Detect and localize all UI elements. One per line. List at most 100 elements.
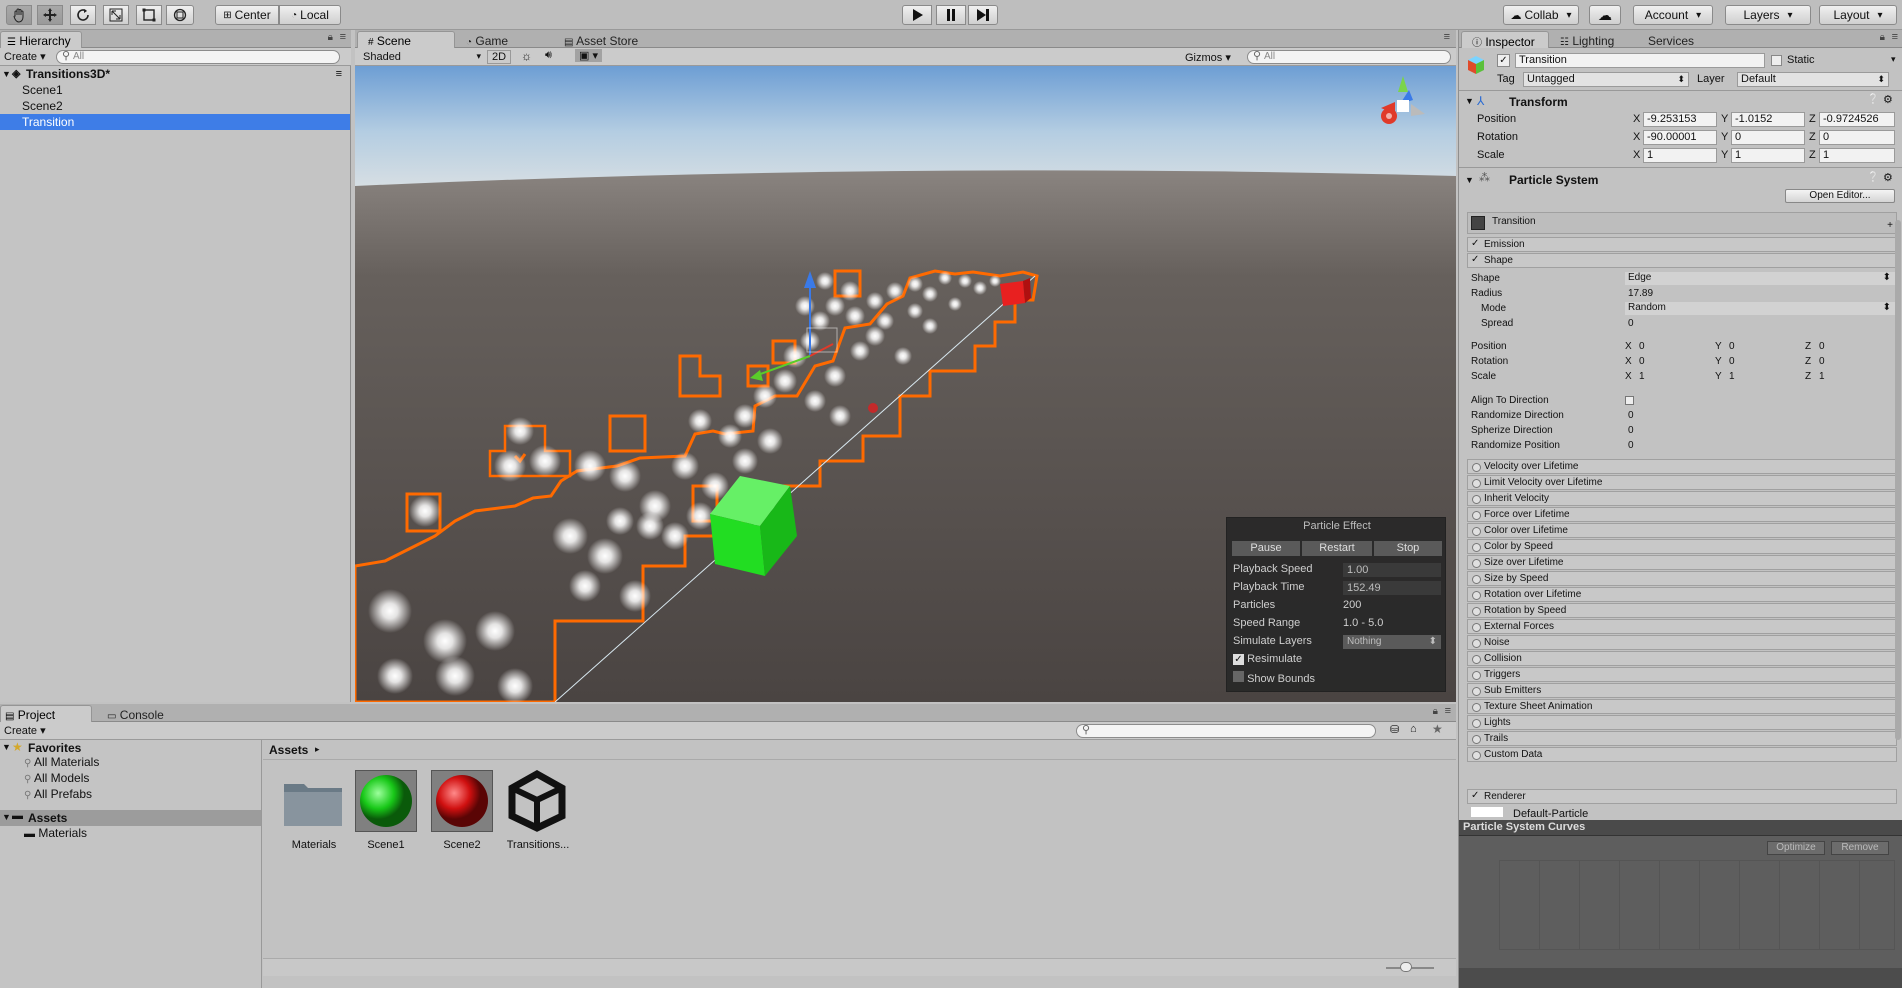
align-direction-checkbox[interactable] bbox=[1625, 396, 1634, 405]
assets-root-row[interactable]: ▼ ▬ Assets bbox=[0, 810, 261, 826]
effects-toggle-icon[interactable]: ▣ ▾ bbox=[575, 49, 602, 62]
panel-menu-icon[interactable]: ≡ bbox=[340, 31, 346, 43]
hierarchy-item-transition[interactable]: Transition bbox=[0, 114, 350, 130]
module-color-by-speed[interactable]: Color by Speed bbox=[1467, 539, 1897, 554]
spread-value[interactable]: 0 bbox=[1628, 318, 1634, 329]
mode-2d-button[interactable]: 2D bbox=[487, 50, 511, 64]
module-triggers[interactable]: Triggers bbox=[1467, 667, 1897, 682]
module-renderer[interactable]: Renderer bbox=[1467, 789, 1897, 804]
shape-position-x[interactable]: 0 bbox=[1639, 341, 1645, 352]
expand-arrow-icon[interactable]: ▼ bbox=[2, 742, 11, 752]
hierarchy-search-input[interactable]: All bbox=[56, 50, 340, 64]
active-checkbox[interactable]: ✓ bbox=[1497, 54, 1510, 67]
panel-menu-icon[interactable]: ≡ bbox=[1892, 31, 1898, 43]
hierarchy-item-scene1[interactable]: Scene1 bbox=[0, 82, 350, 98]
position-z-field[interactable]: -0.9724526 bbox=[1819, 112, 1895, 127]
play-button[interactable] bbox=[902, 5, 932, 25]
hierarchy-item-scene2[interactable]: Scene2 bbox=[0, 98, 350, 114]
remove-button[interactable]: Remove bbox=[1831, 841, 1889, 855]
tab-asset-store[interactable]: ▤ Asset Store bbox=[553, 31, 663, 48]
radius-value[interactable]: 17.89 bbox=[1628, 288, 1653, 299]
asset-scene2-thumb[interactable] bbox=[431, 770, 493, 832]
module-inherit-velocity[interactable]: Inherit Velocity bbox=[1467, 491, 1897, 506]
hand-tool-button[interactable] bbox=[6, 5, 32, 25]
filter-by-type-icon[interactable]: ⛁ bbox=[1390, 723, 1399, 736]
randomize-direction-value[interactable]: 0 bbox=[1628, 410, 1634, 421]
transform-tool-button[interactable] bbox=[166, 5, 194, 25]
pivot-center-button[interactable]: ⊞ Center bbox=[215, 5, 279, 25]
static-dropdown-icon[interactable]: ▾ bbox=[1891, 54, 1896, 65]
project-search-input[interactable] bbox=[1076, 724, 1376, 738]
curves-grid[interactable] bbox=[1499, 860, 1895, 950]
asset-materials-thumb[interactable] bbox=[280, 770, 348, 838]
collapse-arrow-icon[interactable]: ▼ bbox=[1465, 175, 1474, 185]
module-shape[interactable]: Shape bbox=[1467, 253, 1897, 268]
lock-icon[interactable]: 🔒︎ bbox=[1433, 706, 1438, 717]
tag-dropdown[interactable]: Untagged ⬍ bbox=[1523, 72, 1689, 87]
add-module-icon[interactable]: + bbox=[1887, 220, 1893, 231]
module-rotation-over-lifetime[interactable]: Rotation over Lifetime bbox=[1467, 587, 1897, 602]
shape-scale-y[interactable]: 1 bbox=[1729, 371, 1735, 382]
collab-dropdown[interactable]: ☁ Collab bbox=[1503, 5, 1579, 25]
favorite-item[interactable]: ⚲ All Prefabs bbox=[24, 787, 254, 803]
module-trails[interactable]: Trails bbox=[1467, 731, 1897, 746]
help-icon[interactable]: ❔ bbox=[1867, 94, 1879, 105]
assets-child-materials[interactable]: ▬ Materials bbox=[24, 826, 254, 842]
resimulate-toggle[interactable]: ✓ Resimulate bbox=[1233, 653, 1302, 665]
rect-tool-button[interactable] bbox=[136, 5, 162, 25]
shape-position-z[interactable]: 0 bbox=[1819, 341, 1825, 352]
filter-by-label-icon[interactable]: ⌂ bbox=[1410, 723, 1417, 735]
shape-scale-z[interactable]: 1 bbox=[1819, 371, 1825, 382]
static-checkbox[interactable] bbox=[1771, 55, 1782, 66]
module-texture-sheet-animation[interactable]: Texture Sheet Animation bbox=[1467, 699, 1897, 714]
favorites-label[interactable]: Favorites bbox=[28, 741, 81, 755]
audio-toggle-icon[interactable]: 🔊︎ bbox=[545, 49, 552, 62]
tab-lighting[interactable]: ☷ Lighting bbox=[1549, 31, 1637, 48]
particle-system-main-module[interactable]: Transition + bbox=[1467, 212, 1897, 234]
module-velocity-over-lifetime[interactable]: Velocity over Lifetime bbox=[1467, 459, 1897, 474]
module-size-over-lifetime[interactable]: Size over Lifetime bbox=[1467, 555, 1897, 570]
move-tool-button[interactable] bbox=[37, 5, 63, 25]
module-external-forces[interactable]: External Forces bbox=[1467, 619, 1897, 634]
scale-x-field[interactable]: 1 bbox=[1643, 148, 1717, 163]
scale-z-field[interactable]: 1 bbox=[1819, 148, 1895, 163]
stop-effect-button[interactable]: Stop bbox=[1373, 540, 1443, 557]
show-bounds-toggle[interactable]: Show Bounds bbox=[1233, 671, 1315, 685]
tab-game[interactable]: ◔ Game bbox=[455, 31, 553, 48]
project-create-button[interactable]: Create ▾ bbox=[4, 724, 46, 737]
favorite-star-icon[interactable]: ★ bbox=[1432, 722, 1443, 736]
inspector-scrollbar[interactable] bbox=[1895, 220, 1901, 740]
gizmos-dropdown[interactable]: Gizmos ▾ bbox=[1185, 51, 1231, 64]
lock-icon[interactable]: 🔒︎ bbox=[1880, 32, 1885, 43]
spherize-direction-value[interactable]: 0 bbox=[1628, 425, 1634, 436]
asset-transitions-thumb[interactable] bbox=[506, 769, 568, 832]
module-rotation-by-speed[interactable]: Rotation by Speed bbox=[1467, 603, 1897, 618]
randomize-position-value[interactable]: 0 bbox=[1628, 440, 1634, 451]
settings-gear-icon[interactable]: ⚙ bbox=[1883, 93, 1893, 106]
shape-dropdown[interactable]: Edge ⬍ bbox=[1625, 272, 1895, 285]
scale-y-field[interactable]: 1 bbox=[1731, 148, 1805, 163]
position-x-field[interactable]: -9.253153 bbox=[1643, 112, 1717, 127]
breadcrumb-assets[interactable]: Assets bbox=[269, 743, 308, 757]
shape-position-y[interactable]: 0 bbox=[1729, 341, 1735, 352]
tab-inspector[interactable]: ⓘ Inspector bbox=[1461, 31, 1549, 49]
tab-hierarchy[interactable]: ☰ Hierarchy bbox=[0, 31, 82, 48]
rotation-x-field[interactable]: -90.00001 bbox=[1643, 130, 1717, 145]
scene-root-row[interactable]: ▼ ◈ Transitions3D* ≡ bbox=[0, 66, 350, 82]
module-limit-velocity-over-lifetime[interactable]: Limit Velocity over Lifetime bbox=[1467, 475, 1897, 490]
pivot-local-button[interactable]: ◔ Local bbox=[279, 5, 341, 25]
rotate-tool-button[interactable] bbox=[70, 5, 96, 25]
shape-rotation-y[interactable]: 0 bbox=[1729, 356, 1735, 367]
module-color-over-lifetime[interactable]: Color over Lifetime bbox=[1467, 523, 1897, 538]
simulate-layers-dropdown[interactable]: Nothing ⬍ bbox=[1343, 635, 1441, 649]
shading-mode-dropdown[interactable]: Shaded ▾ bbox=[363, 51, 481, 63]
rotation-z-field[interactable]: 0 bbox=[1819, 130, 1895, 145]
scene-menu-icon[interactable]: ≡ bbox=[336, 66, 342, 82]
asset-scene1-thumb[interactable] bbox=[355, 770, 417, 832]
tab-console[interactable]: ▭ Console bbox=[96, 705, 188, 722]
step-button[interactable] bbox=[968, 5, 998, 25]
help-icon[interactable]: ❔ bbox=[1867, 172, 1879, 183]
layout-dropdown[interactable]: Layout bbox=[1819, 5, 1897, 25]
playback-speed-field[interactable]: 1.00 bbox=[1343, 563, 1441, 577]
scale-tool-button[interactable] bbox=[103, 5, 129, 25]
